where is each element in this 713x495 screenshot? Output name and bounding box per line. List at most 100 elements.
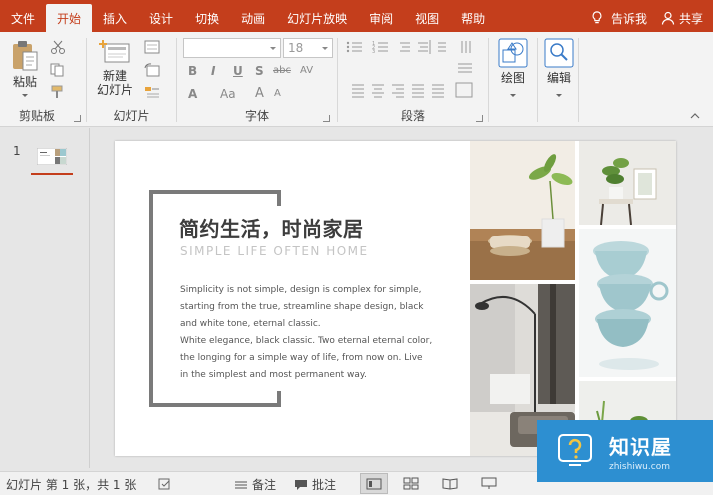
paste-button[interactable]: 粘贴 <box>8 40 42 97</box>
photo-plant-stool[interactable] <box>579 141 676 225</box>
tab-design[interactable]: 设计 <box>138 4 184 32</box>
editing-button[interactable]: 编辑 <box>542 38 576 97</box>
slide-thumbnail-panel: 1 <box>0 128 90 468</box>
tab-transitions[interactable]: 切换 <box>184 4 230 32</box>
format-painter-icon[interactable] <box>50 85 66 99</box>
body-line: starting from the true, streamline shape… <box>180 302 424 312</box>
new-slide-icon <box>99 40 130 63</box>
slides-group: 新建 幻灯片 幻灯片 <box>87 32 176 127</box>
slide-thumbnail[interactable] <box>37 148 67 165</box>
underline-button[interactable]: U <box>233 64 243 78</box>
new-slide-label-1: 新建 <box>102 69 127 83</box>
comments-button[interactable]: 批注 <box>294 476 336 493</box>
question-screen-icon <box>558 434 592 466</box>
editing-label: 编辑 <box>546 71 571 85</box>
cut-icon[interactable] <box>50 40 66 54</box>
decorative-frame <box>277 391 281 407</box>
clipboard-group-label: 剪贴板 <box>18 109 55 123</box>
reading-view-icon[interactable] <box>442 477 458 490</box>
paragraph-group-label: 段落 <box>400 109 425 123</box>
strikethrough-button[interactable]: abc <box>273 65 291 76</box>
font-name-combo[interactable] <box>183 38 281 58</box>
tab-insert[interactable]: 插入 <box>92 4 138 32</box>
font-size-combo[interactable]: 18 <box>283 38 333 58</box>
reset-icon[interactable] <box>144 63 160 77</box>
drawing-label: 绘图 <box>500 71 525 85</box>
italic-button[interactable]: I <box>211 64 215 78</box>
paragraph-launcher-icon[interactable] <box>476 115 483 122</box>
tab-review[interactable]: 审阅 <box>358 4 404 32</box>
char-spacing-button[interactable]: AV <box>300 65 313 76</box>
new-slide-button[interactable]: 新建 幻灯片 <box>92 40 138 97</box>
decorative-frame <box>277 190 281 206</box>
notes-button[interactable]: 备注 <box>234 476 276 493</box>
drawing-dropdown-icon[interactable] <box>510 94 516 97</box>
thumbnail-selection-indicator <box>31 173 73 175</box>
ribbon-separator <box>578 38 579 122</box>
tab-file[interactable]: 文件 <box>0 4 46 32</box>
tab-view[interactable]: 视图 <box>404 4 450 32</box>
search-icon <box>544 38 574 68</box>
layout-icon[interactable] <box>144 40 160 54</box>
font-size-value: 18 <box>288 41 304 55</box>
collapse-ribbon-icon[interactable] <box>690 112 700 120</box>
section-icon[interactable] <box>144 85 160 99</box>
watermark-url: zhishiwu.com <box>609 461 670 472</box>
thumbnail-number: 1 <box>13 144 21 158</box>
tab-home[interactable]: 开始 <box>46 4 93 33</box>
photo-plant-bowls[interactable] <box>470 141 575 280</box>
person-icon <box>661 11 675 25</box>
paste-dropdown-icon[interactable] <box>22 94 28 97</box>
drawing-group: 绘图 <box>489 32 537 127</box>
font-launcher-icon[interactable] <box>323 115 330 122</box>
body-line: the longing for a simple way of life, fr… <box>180 353 423 363</box>
clipboard-launcher-icon[interactable] <box>74 115 81 122</box>
notes-label: 备注 <box>252 478 277 492</box>
slide-counter: 幻灯片 第 1 张，共 1 张 <box>6 478 137 492</box>
slide-canvas[interactable]: 简约生活，时尚家居 SIMPLE LIFE OFTEN HOME Simplic… <box>115 141 676 456</box>
slide-sorter-icon[interactable] <box>403 477 419 490</box>
svg-text:3: 3 <box>372 49 375 55</box>
paragraph-group: 123 段落 <box>338 32 488 127</box>
grow-font-button[interactable]: A <box>255 86 264 101</box>
spell-check-icon[interactable] <box>158 478 172 490</box>
paragraph-controls-icon[interactable]: 123 <box>344 38 484 100</box>
tell-me-label: 告诉我 <box>610 11 647 26</box>
lightbulb-icon <box>592 11 602 24</box>
chevron-down-icon <box>322 47 328 50</box>
body-line: White elegance, black classic. Two etern… <box>180 336 433 346</box>
normal-view-button[interactable] <box>360 473 388 494</box>
body-line: Simplicity is not simple, design is comp… <box>180 285 422 295</box>
paste-icon <box>13 41 38 71</box>
body-line: in the simplest and most permanent way. <box>180 370 367 380</box>
new-slide-label-2: 幻灯片 <box>96 83 133 97</box>
share-button[interactable]: 共享 <box>661 10 703 27</box>
tab-animations[interactable]: 动画 <box>230 4 276 32</box>
tab-slideshow[interactable]: 幻灯片放映 <box>276 4 358 32</box>
shrink-font-button[interactable]: A <box>274 88 281 99</box>
photo-stacked-cups[interactable] <box>579 229 676 377</box>
shapes-icon <box>498 38 528 68</box>
slide-body-text[interactable]: Simplicity is not simple, design is comp… <box>180 282 440 384</box>
tab-help[interactable]: 帮助 <box>450 4 496 32</box>
bold-button[interactable]: B <box>188 64 197 78</box>
watermark-logo: 知识屋 zhishiwu.com <box>537 420 713 482</box>
editing-group: 编辑 <box>538 32 578 127</box>
slide-title[interactable]: 简约生活，时尚家居 <box>179 213 364 242</box>
body-line: and white tone, eternal classic. <box>180 319 321 329</box>
change-case-button[interactable]: Aa <box>220 87 236 101</box>
slides-group-label: 幻灯片 <box>113 109 150 123</box>
ribbon-tab-bar: 文件 开始 插入 设计 切换 动画 幻灯片放映 审阅 视图 帮助 告诉我 共享 <box>0 0 713 33</box>
slideshow-icon[interactable] <box>481 477 497 490</box>
font-group-label: 字体 <box>244 109 269 123</box>
copy-icon[interactable] <box>50 63 66 77</box>
slide-subtitle[interactable]: SIMPLE LIFE OFTEN HOME <box>180 244 369 258</box>
tell-me-button[interactable]: 告诉我 <box>591 10 647 27</box>
drawing-button[interactable]: 绘图 <box>495 38 531 97</box>
text-shadow-button[interactable]: S <box>255 64 264 78</box>
comments-label: 批注 <box>312 478 337 492</box>
font-color-button[interactable]: A <box>188 87 197 101</box>
decorative-frame <box>149 190 153 407</box>
editing-dropdown-icon[interactable] <box>556 94 562 97</box>
font-group: 18 B I U S abc AV A Aa A A 字体 <box>177 32 337 127</box>
